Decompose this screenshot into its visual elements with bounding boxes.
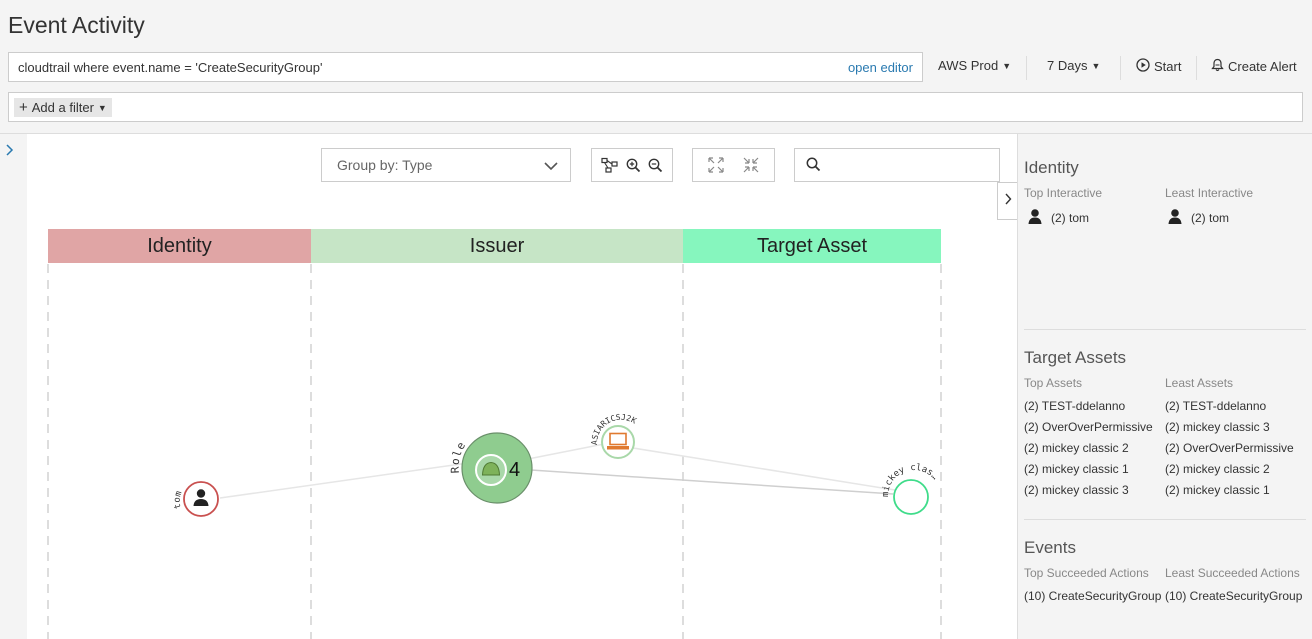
least-asset-item[interactable]: (2) OverOverPermissive	[1165, 441, 1294, 455]
divider	[1024, 329, 1306, 330]
caret-down-icon: ▼	[97, 102, 107, 113]
query-text[interactable]: cloudtrail where event.name = 'CreateSec…	[18, 60, 322, 75]
search-icon	[806, 157, 821, 177]
user-icon	[1167, 208, 1183, 227]
least-asset-item[interactable]: (2) mickey classic 2	[1165, 462, 1270, 476]
start-label: Start	[1154, 59, 1182, 74]
least-actions-label: Least Succeeded Actions	[1165, 566, 1300, 580]
panel-events-title: Events	[1024, 538, 1076, 557]
hierarchy-icon[interactable]	[601, 157, 619, 173]
zoom-out-icon[interactable]	[648, 158, 663, 173]
top-action-item[interactable]: (10) CreateSecurityGroup	[1024, 589, 1161, 603]
add-filter-button[interactable]: + Add a filter ▼	[14, 98, 112, 117]
column-header-identity: Identity	[48, 229, 311, 263]
query-input[interactable]: cloudtrail where event.name = 'CreateSec…	[8, 52, 923, 82]
account-dropdown[interactable]: AWS Prod ▼	[938, 58, 1011, 73]
bell-icon	[1211, 58, 1224, 75]
divider	[1196, 56, 1197, 80]
column-label: Target Asset	[756, 234, 868, 257]
create-alert-button[interactable]: Create Alert	[1211, 58, 1297, 75]
expand-arrows-icon[interactable]	[707, 156, 725, 174]
time-range-label: 7 Days	[1047, 58, 1088, 73]
zoom-in-icon[interactable]	[626, 158, 641, 173]
column-label: Issuer	[469, 234, 525, 257]
least-asset-item[interactable]: (2) mickey classic 3	[1165, 420, 1270, 434]
page-title: Event Activity	[8, 12, 145, 38]
chevron-right-icon	[1004, 192, 1012, 210]
panel-targets-title: Target Assets	[1024, 348, 1127, 367]
time-range-dropdown[interactable]: 7 Days ▼	[1047, 58, 1100, 73]
identity-top-item[interactable]: (2) tom	[1027, 208, 1089, 227]
top-asset-item[interactable]: (2) mickey classic 2	[1024, 441, 1129, 455]
top-asset-item[interactable]: (2) mickey classic 3	[1024, 483, 1129, 497]
create-alert-label: Create Alert	[1228, 59, 1297, 74]
filter-bar: + Add a filter ▼	[8, 92, 1303, 122]
column-label: Identity	[147, 234, 212, 257]
group-by-dropdown[interactable]: Group by: Type	[321, 148, 571, 182]
user-icon	[1027, 208, 1043, 227]
collapse-panel-button[interactable]	[997, 182, 1017, 220]
top-asset-item[interactable]: (2) TEST-ddelanno	[1024, 399, 1125, 413]
play-circle-icon	[1136, 58, 1150, 75]
plus-icon: +	[19, 99, 28, 116]
compress-arrows-icon[interactable]	[742, 156, 760, 174]
column-header-issuer: Issuer	[311, 229, 683, 263]
column-header-target-asset: Target Asset	[683, 229, 941, 263]
top-assets-label: Top Assets	[1024, 376, 1083, 390]
graph-canvas[interactable]	[27, 134, 1017, 639]
open-editor-link[interactable]: open editor	[848, 60, 913, 75]
top-asset-item[interactable]: (2) mickey classic 1	[1024, 462, 1129, 476]
top-interactive-label: Top Interactive	[1024, 186, 1103, 200]
divider	[1120, 56, 1121, 80]
expand-sidebar-icon[interactable]	[5, 143, 15, 160]
add-filter-label: Add a filter	[31, 100, 94, 115]
top-actions-label: Top Succeeded Actions	[1024, 566, 1149, 580]
view-tools	[692, 148, 775, 182]
account-label: AWS Prod	[938, 58, 999, 73]
group-by-label: Group by: Type	[337, 157, 433, 173]
item-text: (2) tom	[1051, 210, 1090, 225]
least-assets-label: Least Assets	[1165, 376, 1234, 390]
caret-down-icon: ▼	[1002, 60, 1012, 71]
left-rail	[0, 134, 27, 639]
identity-least-item[interactable]: (2) tom	[1167, 208, 1229, 227]
least-asset-item[interactable]: (2) TEST-ddelanno	[1165, 399, 1266, 413]
caret-down-icon: ▼	[1091, 60, 1101, 71]
least-action-item[interactable]: (10) CreateSecurityGroup	[1165, 589, 1302, 603]
least-asset-item[interactable]: (2) mickey classic 1	[1165, 483, 1270, 497]
item-text: (2) tom	[1191, 210, 1230, 225]
start-button[interactable]: Start	[1136, 58, 1181, 75]
chevron-down-icon	[544, 158, 558, 174]
graph-search-input[interactable]	[794, 148, 1000, 182]
divider	[1024, 519, 1306, 520]
top-asset-item[interactable]: (2) OverOverPermissive	[1024, 420, 1153, 434]
least-interactive-label: Least Interactive	[1165, 186, 1254, 200]
panel-identity-title: Identity	[1024, 158, 1079, 177]
graph-tools	[591, 148, 673, 182]
divider	[1026, 56, 1027, 80]
